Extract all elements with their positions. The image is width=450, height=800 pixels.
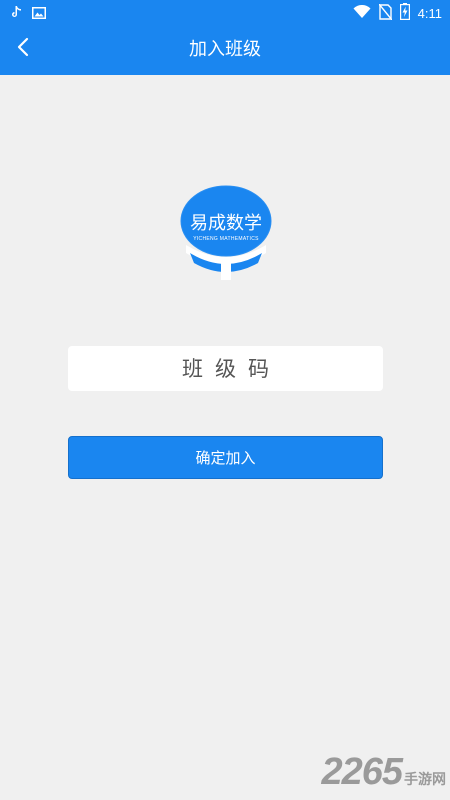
logo-subtitle: YICHENG MATHEMATICS xyxy=(193,236,259,242)
image-icon xyxy=(32,4,46,23)
app-logo: 易成数学 YICHENG MATHEMATICS xyxy=(180,185,272,280)
wifi-icon xyxy=(353,4,371,23)
confirm-join-button[interactable]: 确定加入 xyxy=(68,436,383,479)
confirm-join-label: 确定加入 xyxy=(195,449,256,467)
status-bar-right: 4:11 xyxy=(353,3,442,24)
app-bar: 加入班级 xyxy=(0,24,450,75)
status-bar-left xyxy=(10,4,46,23)
status-time: 4:11 xyxy=(417,6,442,21)
status-bar: 4:11 xyxy=(0,0,450,24)
tiktok-icon xyxy=(10,4,22,23)
watermark: 2265 手游网 xyxy=(321,751,446,794)
watermark-number: 2265 xyxy=(321,751,403,793)
watermark-text: 手游网 xyxy=(404,772,446,788)
no-sim-icon xyxy=(378,3,393,24)
class-code-input[interactable] xyxy=(68,346,383,391)
page-title: 加入班级 xyxy=(189,39,261,60)
logo-title: 易成数学 xyxy=(190,213,262,234)
battery-charging-icon xyxy=(399,3,410,24)
